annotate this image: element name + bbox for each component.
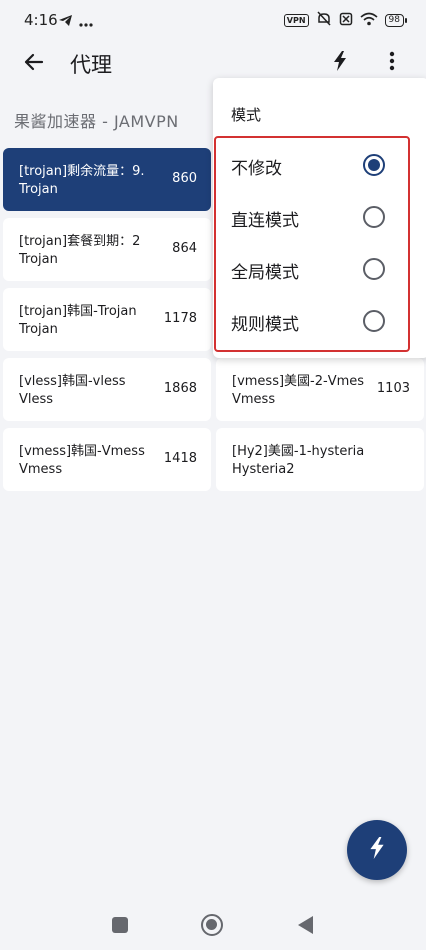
proxy-card[interactable]: [vless]韩国-vless Vless 1868 (3, 358, 211, 421)
mode-option-label: 全局模式 (231, 263, 299, 283)
proxy-latency: 1868 (163, 381, 197, 396)
proxy-name: [trojan]韩国-Trojan (19, 304, 137, 319)
latency-test-button[interactable] (326, 49, 354, 77)
proxy-name: [trojan]剩余流量：9. (19, 164, 145, 179)
overflow-menu-button[interactable] (378, 49, 406, 77)
status-bar: 4:16 VPN 98 (0, 0, 426, 40)
proxy-latency: 1103 (376, 381, 410, 396)
connect-fab-button[interactable] (347, 820, 407, 880)
mode-option-label: 不修改 (231, 159, 282, 179)
proxy-latency: 860 (172, 171, 197, 186)
radio-checked-icon[interactable] (363, 154, 385, 176)
proxy-type: Vmess (19, 462, 63, 477)
lightning-icon (369, 837, 385, 863)
mode-option-global[interactable]: 全局模式 (213, 244, 413, 296)
proxy-name: [Hy2]美國-1-hysteria (232, 444, 365, 459)
more-vert-icon (389, 51, 395, 75)
system-nav-bar (0, 900, 426, 950)
radio-unchecked-icon[interactable] (363, 258, 385, 280)
more-notifications-icon (79, 12, 93, 31)
recents-button[interactable] (112, 917, 128, 933)
proxy-type: Hysteria2 (232, 462, 295, 477)
proxy-latency: 1418 (163, 451, 197, 466)
proxy-latency: 1178 (163, 311, 197, 326)
mode-option-label: 直连模式 (231, 211, 299, 231)
mode-option-label: 规则模式 (231, 315, 299, 335)
mode-menu-header: 模式 (231, 106, 262, 124)
proxy-type: Trojan (19, 322, 58, 337)
system-back-button[interactable] (298, 916, 313, 934)
mode-option-rule[interactable]: 规则模式 (213, 296, 413, 348)
proxy-type: Trojan (19, 182, 58, 197)
back-button[interactable] (20, 50, 48, 78)
proxy-card[interactable]: [Hy2]美國-1-hysteria Hysteria2 (216, 428, 424, 491)
proxy-name: [vmess]美國-2-Vmes (232, 374, 365, 389)
page-title: 代理 (70, 53, 112, 77)
proxy-card[interactable]: [vmess]韩国-Vmess Vmess 1418 (3, 428, 211, 491)
lightning-icon (333, 51, 347, 75)
proxy-card[interactable]: [trojan]剩余流量：9. Trojan 860 (3, 148, 211, 211)
no-sim-icon (339, 11, 353, 30)
proxy-name: [vmess]韩国-Vmess (19, 444, 145, 459)
proxy-type: Trojan (19, 252, 58, 267)
telegram-icon (58, 12, 73, 31)
mode-option-unchanged[interactable]: 不修改 (213, 140, 413, 192)
proxy-name: [trojan]套餐到期：2 (19, 234, 141, 249)
proxy-type: Vmess (232, 392, 276, 407)
battery-icon: 98 (384, 14, 408, 27)
radio-unchecked-icon[interactable] (363, 206, 385, 228)
proxy-latency: 864 (172, 241, 197, 256)
home-button[interactable] (201, 914, 223, 936)
proxy-group-title: 果酱加速器 - JAMVPN (14, 112, 179, 131)
mute-icon (316, 11, 332, 30)
radio-unchecked-icon[interactable] (363, 310, 385, 332)
arrow-left-icon (24, 53, 44, 75)
status-time: 4:16 (24, 11, 58, 29)
wifi-icon (360, 11, 378, 30)
proxy-card[interactable]: [trojan]韩国-Trojan Trojan 1178 (3, 288, 211, 351)
mode-option-direct[interactable]: 直连模式 (213, 192, 413, 244)
proxy-type: Vless (19, 392, 54, 407)
proxy-card[interactable]: [trojan]套餐到期：2 Trojan 864 (3, 218, 211, 281)
proxy-name: [vless]韩国-vless (19, 374, 126, 389)
proxy-card[interactable]: [vmess]美國-2-Vmes Vmess 1103 (216, 358, 424, 421)
vpn-status-icon: VPN (283, 14, 309, 27)
mode-menu: 模式 不修改 直连模式 全局模式 规则模式 (213, 78, 426, 358)
